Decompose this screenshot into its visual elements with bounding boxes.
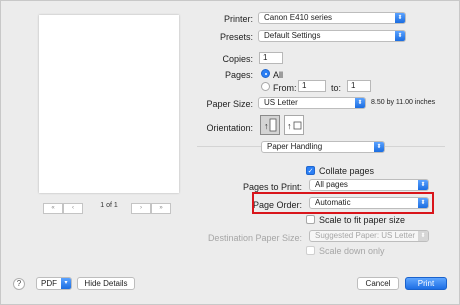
copies-label: Copies: bbox=[222, 54, 253, 64]
pages-to-print-value: All pages bbox=[315, 180, 348, 189]
pages-from-label: From: bbox=[273, 83, 297, 93]
printer-popup[interactable]: Canon E410 series ⬍ bbox=[258, 12, 406, 24]
pages-to-label: to: bbox=[331, 83, 342, 93]
section-popup[interactable]: Paper Handling ⬍ bbox=[261, 141, 385, 153]
pdf-button[interactable]: PDF ▾ bbox=[36, 277, 72, 290]
print-dialog: « ‹ › » 1 of 1 Printer: Canon E410 serie… bbox=[0, 0, 460, 305]
pages-from-field[interactable]: 1 bbox=[298, 80, 326, 92]
pages-to-print-label: Pages to Print: bbox=[242, 182, 302, 192]
collate-checkbox[interactable]: ✓ bbox=[306, 166, 315, 175]
svg-text:↑: ↑ bbox=[287, 121, 292, 131]
pdf-label: PDF bbox=[41, 279, 57, 288]
prev-page-button[interactable]: ‹ bbox=[63, 203, 83, 214]
updown-arrow-icon: ⬍ bbox=[418, 231, 428, 241]
destination-paper-size-value: Suggested Paper: US Letter bbox=[315, 231, 416, 240]
updown-arrow-icon: ⬍ bbox=[395, 13, 405, 23]
pages-range-radio[interactable] bbox=[261, 82, 270, 91]
portrait-button[interactable]: ↑ bbox=[260, 115, 280, 135]
presets-value: Default Settings bbox=[264, 31, 321, 40]
updown-arrow-icon: ⬍ bbox=[374, 142, 384, 152]
orientation-label: Orientation: bbox=[206, 123, 253, 133]
updown-arrow-icon: ⬍ bbox=[355, 98, 365, 108]
paper-size-dims: 8.50 by 11.00 inches bbox=[371, 99, 436, 106]
section-value: Paper Handling bbox=[267, 142, 323, 151]
collate-label: Collate pages bbox=[319, 166, 375, 176]
chevron-down-icon: ▾ bbox=[61, 278, 71, 289]
print-button[interactable]: Print bbox=[405, 277, 447, 290]
printer-value: Canon E410 series bbox=[264, 13, 333, 22]
pages-all-radio[interactable] bbox=[261, 69, 270, 78]
presets-popup[interactable]: Default Settings ⬍ bbox=[258, 30, 406, 42]
updown-arrow-icon: ⬍ bbox=[395, 31, 405, 41]
page-preview bbox=[39, 15, 179, 193]
page-count: 1 of 1 bbox=[100, 202, 118, 209]
destination-paper-size-label: Destination Paper Size: bbox=[207, 233, 302, 243]
pages-label: Pages: bbox=[224, 70, 253, 80]
printer-label: Printer: bbox=[223, 14, 253, 24]
landscape-button[interactable]: ↑ bbox=[284, 115, 304, 135]
landscape-icon: ↑ bbox=[287, 121, 302, 131]
paper-size-value: US Letter bbox=[264, 98, 298, 107]
scale-to-fit-checkbox[interactable] bbox=[306, 215, 315, 224]
scale-down-label: Scale down only bbox=[319, 246, 385, 256]
scale-down-checkbox[interactable] bbox=[306, 246, 315, 255]
presets-label: Presets: bbox=[219, 32, 253, 42]
svg-text:↑: ↑ bbox=[264, 121, 269, 131]
updown-arrow-icon: ⬍ bbox=[418, 180, 428, 190]
destination-paper-size-popup[interactable]: Suggested Paper: US Letter ⬍ bbox=[309, 230, 429, 242]
highlight-box bbox=[252, 192, 434, 214]
first-page-button[interactable]: « bbox=[43, 203, 63, 214]
pages-to-field[interactable]: 1 bbox=[347, 80, 371, 92]
cancel-button[interactable]: Cancel bbox=[357, 277, 399, 290]
paper-size-label: Paper Size: bbox=[206, 99, 253, 109]
last-page-button[interactable]: » bbox=[151, 203, 171, 214]
pages-to-print-popup[interactable]: All pages ⬍ bbox=[309, 179, 429, 191]
next-page-button[interactable]: › bbox=[131, 203, 151, 214]
portrait-icon: ↑ bbox=[264, 118, 277, 132]
scale-to-fit-label: Scale to fit paper size bbox=[319, 215, 406, 225]
paper-size-popup[interactable]: US Letter ⬍ bbox=[258, 97, 366, 109]
hide-details-button[interactable]: Hide Details bbox=[77, 277, 135, 290]
copies-field[interactable]: 1 bbox=[259, 52, 283, 64]
pages-all-label: All bbox=[273, 70, 284, 80]
help-button[interactable]: ? bbox=[13, 278, 25, 290]
